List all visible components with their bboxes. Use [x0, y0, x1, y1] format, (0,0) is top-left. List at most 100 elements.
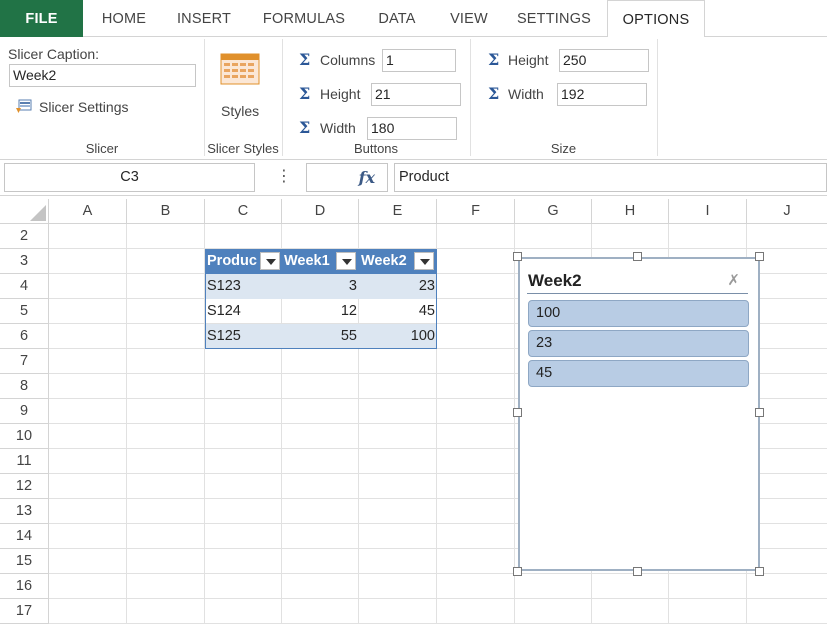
grid-line — [49, 598, 827, 599]
filter-dropdown-icon[interactable] — [414, 252, 434, 270]
column-header-a[interactable]: A — [49, 199, 127, 224]
filter-dropdown-icon[interactable] — [260, 252, 280, 270]
row-header[interactable]: 4 — [0, 274, 49, 299]
size-width-input[interactable]: 192 — [557, 83, 647, 106]
column-header-b[interactable]: B — [127, 199, 205, 224]
resize-handle[interactable] — [755, 408, 764, 417]
tab-home[interactable]: HOME — [89, 0, 159, 37]
table-cell[interactable]: 55 — [282, 324, 359, 349]
column-header-e[interactable]: E — [359, 199, 437, 224]
table-cell[interactable]: 12 — [282, 299, 359, 324]
formula-input[interactable]: Product — [394, 163, 827, 192]
row-header[interactable]: 15 — [0, 549, 49, 574]
table-cell[interactable]: 100 — [359, 324, 437, 349]
row-header[interactable]: 2 — [0, 224, 49, 249]
row-header[interactable]: 3 — [0, 249, 49, 274]
grid-line — [514, 224, 515, 624]
row-header[interactable]: 13 — [0, 499, 49, 524]
button-height-label: Height — [320, 86, 361, 102]
row-header[interactable]: 11 — [0, 449, 49, 474]
slicer-item[interactable]: 45 — [528, 360, 749, 387]
resize-handle[interactable] — [513, 408, 522, 417]
row-header[interactable]: 6 — [0, 324, 49, 349]
group-separator — [204, 39, 205, 156]
row-header[interactable]: 16 — [0, 574, 49, 599]
data-table: Produc Week1 Week2 S123 3 23 S124 12 45 … — [205, 249, 437, 349]
slicer-caption-label: Slicer Caption: — [8, 46, 100, 62]
row-header[interactable]: 9 — [0, 399, 49, 424]
resize-handle[interactable] — [513, 567, 522, 576]
clear-filter-icon[interactable]: ✗ — [727, 271, 740, 289]
slicer-settings-button[interactable]: Slicer Settings — [14, 97, 194, 119]
tab-settings[interactable]: SETTINGS — [508, 0, 600, 37]
more-options-icon[interactable]: ⋮ — [276, 166, 292, 186]
columns-input[interactable]: 1 — [382, 49, 456, 72]
table-cell[interactable]: S124 — [205, 299, 282, 324]
resize-handle[interactable] — [633, 567, 642, 576]
slicer-item[interactable]: 23 — [528, 330, 749, 357]
tab-formulas[interactable]: FORMULAS — [250, 0, 358, 37]
slicer-item[interactable]: 100 — [528, 300, 749, 327]
size-height-label: Height — [508, 52, 549, 68]
grid-line — [49, 248, 827, 249]
select-all-corner[interactable] — [0, 199, 49, 224]
header-week1-label: Week1 — [284, 253, 330, 269]
size-height-input[interactable]: 250 — [559, 49, 649, 72]
tab-insert[interactable]: INSERT — [165, 0, 243, 37]
name-box[interactable]: C3 — [4, 163, 255, 192]
styles-button[interactable]: Styles — [208, 47, 274, 127]
filter-dropdown-icon[interactable] — [336, 252, 356, 270]
slicer-styles-icon — [220, 53, 260, 85]
button-width-input[interactable]: 180 — [367, 117, 457, 140]
columns-label: Columns — [320, 52, 376, 68]
fx-icon: fx — [358, 168, 375, 187]
grid-line — [126, 224, 127, 624]
column-header-c[interactable]: C — [205, 199, 282, 224]
column-header-g[interactable]: G — [515, 199, 592, 224]
slicer-panel[interactable]: Week2 ✗ 100 23 45 — [518, 257, 760, 571]
resize-handle[interactable] — [755, 567, 764, 576]
slicer-group-label: Slicer — [85, 141, 119, 156]
table-cell[interactable]: 23 — [359, 274, 437, 299]
row-header[interactable]: 7 — [0, 349, 49, 374]
formula-bar: C3 ⋮ fx Product — [0, 160, 827, 196]
table-cell[interactable]: S125 — [205, 324, 282, 349]
tab-view[interactable]: VIEW — [437, 0, 501, 37]
insert-function-box[interactable]: fx — [306, 163, 388, 192]
grid-line — [49, 573, 827, 574]
slicer-settings-label: Slicer Settings — [39, 99, 129, 115]
tab-data[interactable]: DATA — [364, 0, 430, 37]
column-header-d[interactable]: D — [282, 199, 359, 224]
table-cell[interactable]: 45 — [359, 299, 437, 324]
resize-handle[interactable] — [755, 252, 764, 261]
row-header[interactable]: 10 — [0, 424, 49, 449]
row-header[interactable]: 5 — [0, 299, 49, 324]
button-height-input[interactable]: 21 — [371, 83, 461, 106]
sigma-icon: Σ — [488, 50, 500, 69]
slicer-title: Week2 — [528, 271, 582, 290]
group-separator — [282, 39, 283, 156]
column-header-j[interactable]: J — [747, 199, 827, 224]
spreadsheet-app: FILE HOME INSERT FORMULAS DATA VIEW SETT… — [0, 0, 827, 624]
column-header-f[interactable]: F — [437, 199, 515, 224]
row-header[interactable]: 12 — [0, 474, 49, 499]
tab-options[interactable]: OPTIONS — [607, 0, 705, 38]
tab-file[interactable]: FILE — [0, 0, 83, 37]
ribbon: Slicer Caption: Week2 Slicer Settings Sl… — [0, 37, 827, 160]
sigma-icon: Σ — [299, 84, 311, 103]
size-width-label: Width — [508, 86, 544, 102]
table-cell[interactable]: 3 — [282, 274, 359, 299]
row-header[interactable]: 14 — [0, 524, 49, 549]
slicer-styles-group-label: Slicer Styles — [207, 141, 279, 156]
group-separator — [657, 39, 658, 156]
row-header[interactable]: 17 — [0, 599, 49, 624]
column-header-h[interactable]: H — [592, 199, 669, 224]
column-header-i[interactable]: I — [669, 199, 747, 224]
table-cell[interactable]: S123 — [205, 274, 282, 299]
slicer-caption-input[interactable]: Week2 — [9, 64, 196, 87]
sigma-icon: Σ — [299, 50, 311, 69]
resize-handle[interactable] — [513, 252, 522, 261]
resize-handle[interactable] — [633, 252, 642, 261]
group-separator — [470, 39, 471, 156]
row-header[interactable]: 8 — [0, 374, 49, 399]
